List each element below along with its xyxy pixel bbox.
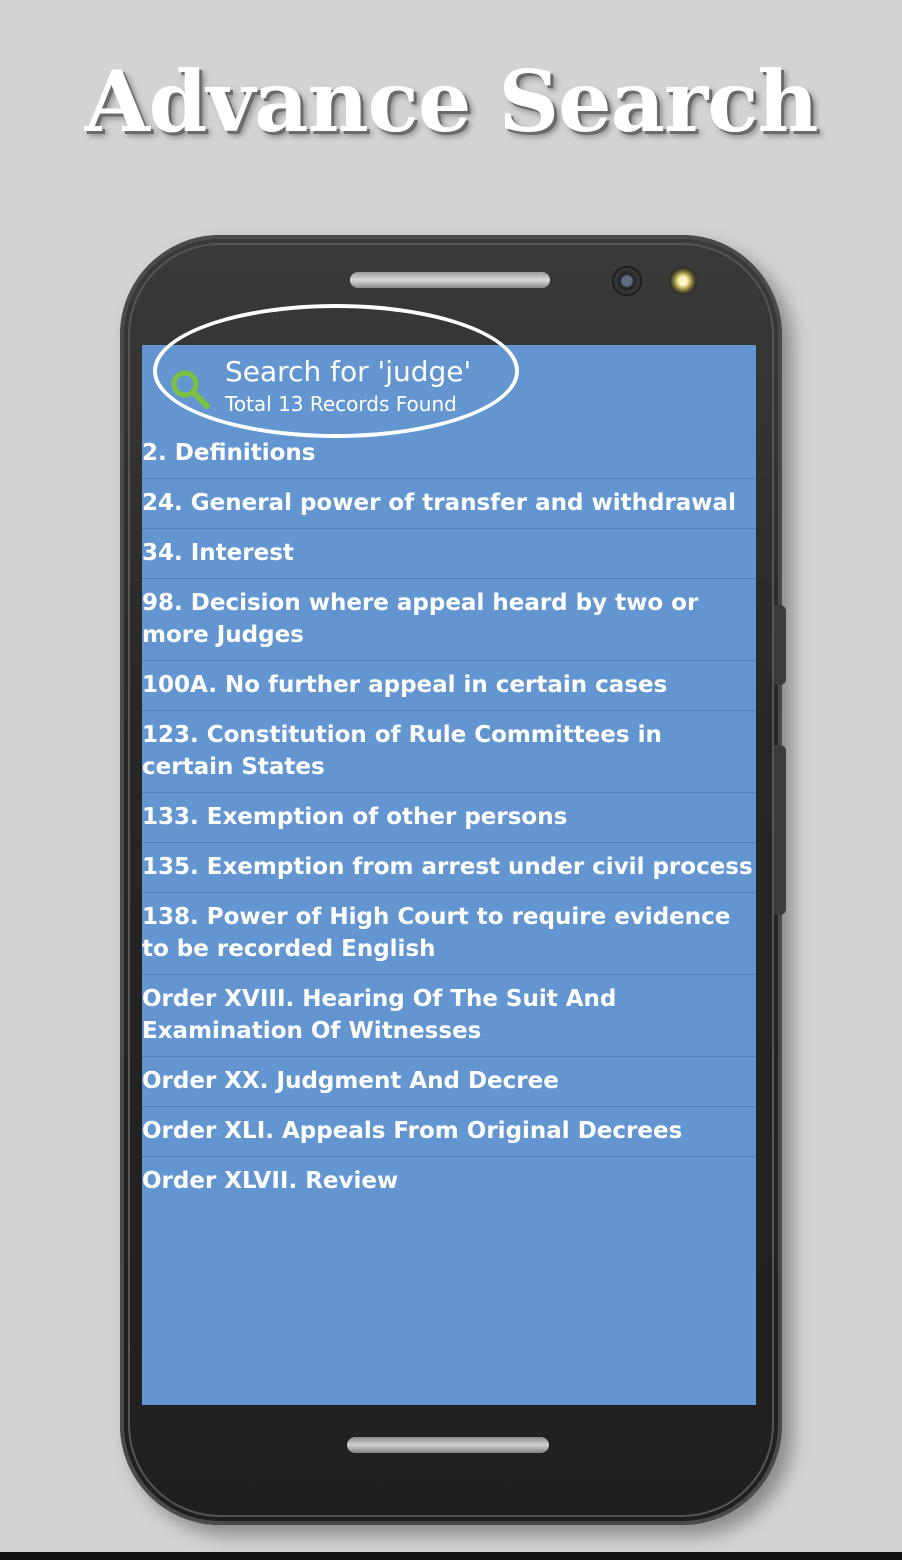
results-list: 2. Definitions 24. General power of trans… <box>142 425 756 1206</box>
front-camera <box>612 266 642 296</box>
search-icon[interactable] <box>168 367 212 411</box>
bottom-speaker <box>347 1437 549 1453</box>
result-item[interactable]: 123. Constitution of Rule Committees in … <box>142 711 756 793</box>
result-item[interactable]: 100A. No further appeal in certain cases <box>142 661 756 711</box>
search-query-title: Search for 'judge' <box>225 355 472 388</box>
result-item[interactable]: Order XLVII. Review <box>142 1157 756 1206</box>
bottom-edge <box>0 1552 902 1560</box>
result-item[interactable]: 133. Exemption of other persons <box>142 793 756 843</box>
promo-title: Advance Search <box>84 52 818 151</box>
result-item[interactable]: 34. Interest <box>142 529 756 579</box>
power-button <box>774 745 786 915</box>
result-item[interactable]: 138. Power of High Court to require evid… <box>142 893 756 975</box>
proximity-sensor <box>669 267 697 295</box>
search-header: Search for 'judge' Total 13 Records Foun… <box>142 345 756 425</box>
result-item[interactable]: Order XLI. Appeals From Original Decrees <box>142 1107 756 1157</box>
earpiece-speaker <box>350 272 550 288</box>
records-count: Total 13 Records Found <box>225 392 457 416</box>
result-item[interactable]: 24. General power of transfer and withdr… <box>142 479 756 529</box>
result-item[interactable]: Order XVIII. Hearing Of The Suit And Exa… <box>142 975 756 1057</box>
volume-button <box>774 605 786 685</box>
app-screen: Search for 'judge' Total 13 Records Foun… <box>142 345 756 1405</box>
result-item[interactable]: 98. Decision where appeal heard by two o… <box>142 579 756 661</box>
result-item[interactable]: Order XX. Judgment And Decree <box>142 1057 756 1107</box>
result-item[interactable]: 2. Definitions <box>142 425 756 479</box>
result-item[interactable]: 135. Exemption from arrest under civil p… <box>142 843 756 893</box>
